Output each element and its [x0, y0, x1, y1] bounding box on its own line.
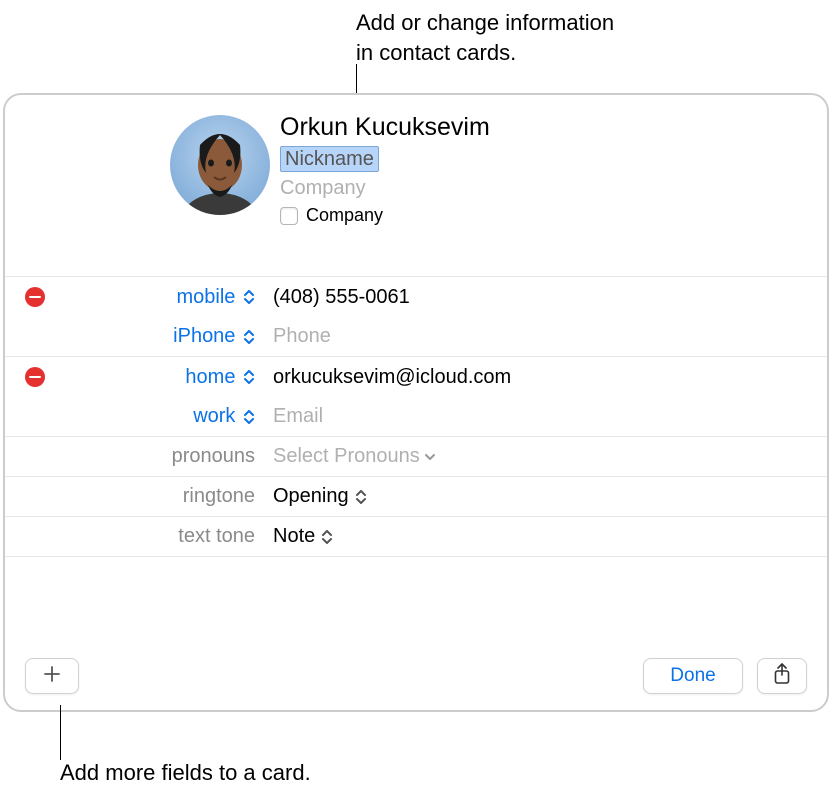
label-area: text tone: [51, 525, 255, 548]
label-area: pronouns: [51, 445, 255, 468]
field-label-static: text tone: [178, 525, 255, 547]
label-area: home: [61, 366, 255, 389]
done-button[interactable]: Done: [643, 658, 743, 694]
updown-icon: [243, 330, 255, 344]
callout-bottom-text: Add more fields to a card.: [60, 760, 311, 785]
field-row-email-work: work Email: [5, 397, 827, 437]
field-label: home: [185, 366, 235, 388]
field-left: ringtone: [5, 485, 261, 508]
label-area: mobile: [61, 286, 255, 309]
field-left: text tone: [5, 525, 261, 548]
field-value: Select Pronouns: [261, 445, 827, 468]
ringtone-select[interactable]: Opening: [273, 485, 367, 508]
chevron-down-icon: [424, 452, 436, 462]
field-left: pronouns: [5, 445, 261, 468]
label-area: work: [51, 405, 255, 428]
footer: Done: [5, 642, 827, 710]
plus-icon: [43, 662, 61, 690]
field-label-dropdown[interactable]: home: [185, 366, 255, 388]
company-checkbox-row: Company: [280, 205, 490, 226]
card-header: Orkun Kucuksevim Nickname Company Compan…: [5, 95, 827, 234]
field-row-email-home: home orkucuksevim@icloud.com: [5, 357, 827, 397]
field-left: home: [5, 366, 261, 389]
field-value[interactable]: (408) 555-0061: [261, 286, 827, 309]
contact-card: Orkun Kucuksevim Nickname Company Compan…: [3, 93, 829, 712]
callout-top: Add or change information in contact car…: [356, 8, 614, 67]
updown-icon: [243, 410, 255, 424]
field-placeholder[interactable]: Email: [261, 405, 827, 428]
company-checkbox-label: Company: [306, 205, 383, 226]
done-label: Done: [670, 665, 715, 687]
pronouns-select[interactable]: Select Pronouns: [273, 445, 436, 468]
header-info: Orkun Kucuksevim Nickname Company Compan…: [280, 113, 490, 226]
field-value: Opening: [261, 485, 827, 508]
callout-line2: in contact cards.: [356, 38, 614, 68]
fields: mobile (408) 555-0061 iPhone: [5, 276, 827, 557]
remove-button[interactable]: [25, 287, 45, 307]
ringtone-value: Opening: [273, 485, 349, 508]
field-value: Note: [261, 525, 827, 548]
updown-icon: [355, 490, 367, 504]
field-left: work: [5, 405, 261, 428]
field-label: iPhone: [173, 325, 235, 347]
pronouns-placeholder: Select Pronouns: [273, 445, 420, 468]
field-left: mobile: [5, 286, 261, 309]
company-input[interactable]: Company: [280, 177, 490, 200]
updown-icon: [243, 370, 255, 384]
field-label: mobile: [177, 286, 236, 308]
field-label-static: pronouns: [172, 445, 255, 467]
field-row-pronouns: pronouns Select Pronouns: [5, 437, 827, 477]
field-label-static: ringtone: [183, 485, 255, 507]
field-left: iPhone: [5, 325, 261, 348]
field-label-dropdown[interactable]: work: [193, 405, 255, 427]
company-checkbox[interactable]: [280, 207, 298, 225]
share-icon: [773, 663, 791, 690]
contact-name[interactable]: Orkun Kucuksevim: [280, 113, 490, 142]
updown-icon: [243, 290, 255, 304]
field-placeholder[interactable]: Phone: [261, 325, 827, 348]
field-row-phone-mobile: mobile (408) 555-0061: [5, 277, 827, 317]
label-area: ringtone: [51, 485, 255, 508]
field-row-ringtone: ringtone Opening: [5, 477, 827, 517]
field-value[interactable]: orkucuksevim@icloud.com: [261, 366, 827, 389]
remove-button[interactable]: [25, 367, 45, 387]
nickname-input[interactable]: Nickname: [280, 146, 379, 172]
add-field-button[interactable]: [25, 658, 79, 694]
texttone-select[interactable]: Note: [273, 525, 333, 548]
avatar[interactable]: [170, 115, 270, 215]
callout-line1: Add or change information: [356, 8, 614, 38]
share-button[interactable]: [757, 658, 807, 694]
field-label-dropdown[interactable]: mobile: [177, 286, 255, 308]
field-label-dropdown[interactable]: iPhone: [173, 325, 255, 347]
updown-icon: [321, 530, 333, 544]
callout-leader-line: [60, 705, 61, 760]
callout-bottom: Add more fields to a card.: [60, 760, 311, 786]
field-row-texttone: text tone Note: [5, 517, 827, 557]
field-label: work: [193, 405, 235, 427]
field-row-phone-iphone: iPhone Phone: [5, 317, 827, 357]
texttone-value: Note: [273, 525, 315, 548]
footer-left: [25, 658, 79, 694]
label-area: iPhone: [51, 325, 255, 348]
